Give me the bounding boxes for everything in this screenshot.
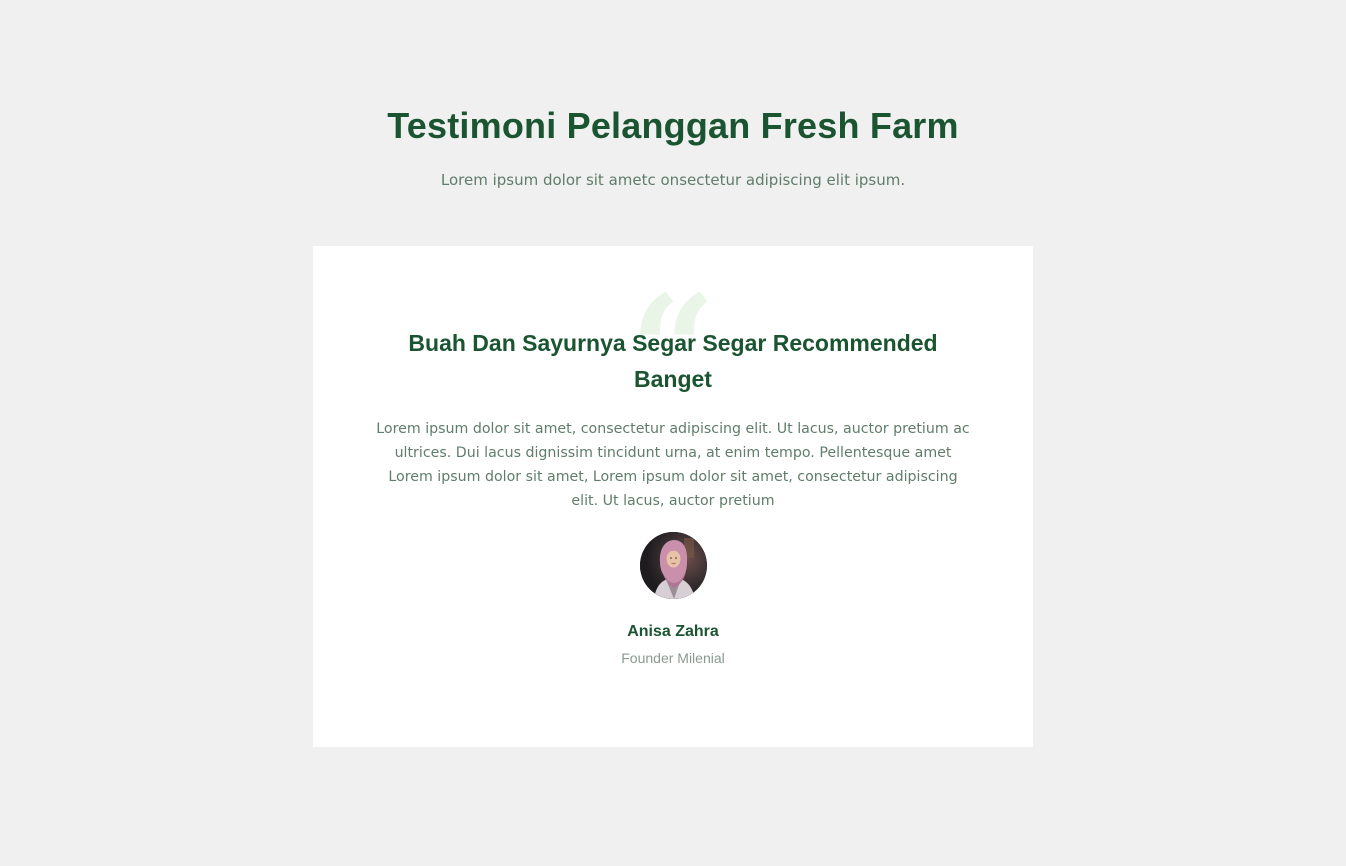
testimonial-title: Buah Dan Sayurnya Segar Segar Recommende… [408, 330, 938, 392]
section-title: Testimoni Pelanggan Fresh Farm [387, 105, 959, 146]
section-subtitle: Lorem ipsum dolor sit ametc onsectetur a… [440, 171, 906, 189]
testimonial-card: “ Buah Dan Sayurnya Segar Segar Recommen… [313, 246, 1033, 747]
author-role: Founder Milenial [621, 650, 725, 666]
testimonial-section: Testimoni Pelanggan Fresh Farm Lorem ips… [0, 0, 1346, 866]
author-name: Anisa Zahra [627, 623, 719, 640]
avatar [640, 532, 707, 599]
testimonial-text: Lorem ipsum dolor sit amet, consectetur … [376, 421, 970, 509]
avatar-portrait [640, 532, 707, 599]
